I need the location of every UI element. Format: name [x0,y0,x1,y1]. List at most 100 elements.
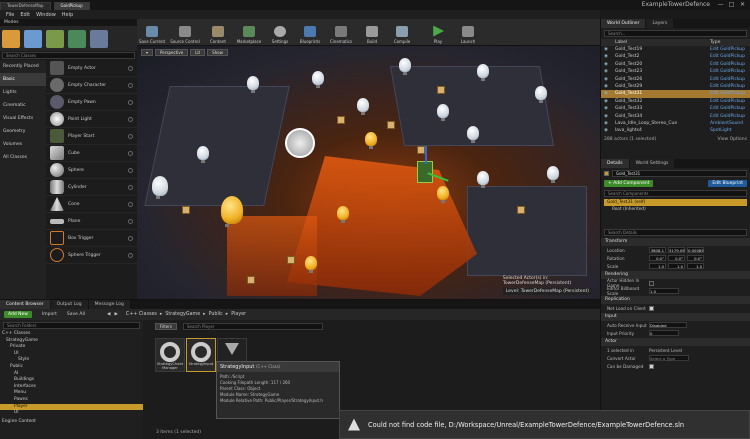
light-bulb-icon[interactable] [357,98,369,115]
light-bulb-icon[interactable] [152,176,168,199]
light-bulb-icon[interactable] [535,86,547,103]
viewport-menu-button[interactable]: ▾ [141,49,154,56]
list-item[interactable]: Sphere [46,162,137,179]
category-lights[interactable]: Lights [0,86,46,99]
outliner-row-type[interactable]: Edit GoldPickup [710,46,750,53]
gold-pickup[interactable] [387,121,395,129]
eye-icon[interactable]: ◉ [601,120,611,127]
category-volumes[interactable]: Volumes [0,138,46,151]
gizmo-z-axis[interactable] [425,146,427,164]
gold-pickup[interactable] [287,256,295,264]
outliner-row-type[interactable]: Edit GoldPickup [710,105,750,112]
details-search-input[interactable]: Search Details [604,229,747,236]
tab-content-browser[interactable]: Content Browser [0,300,50,309]
outliner-row-type[interactable]: Edit GoldPickup [710,113,750,120]
folder-tree-item[interactable]: C++ Classes [0,331,143,338]
tab-details[interactable]: Details [601,159,629,168]
light-bulb-icon[interactable] [221,196,243,227]
menu-window[interactable]: Window [36,12,56,18]
input-priority-field[interactable]: 0 [649,330,679,336]
scale-y[interactable]: 1.0 [668,263,685,269]
view-options-button[interactable]: View Options [718,137,747,142]
folder-tree-item[interactable]: Pawns [0,397,143,404]
outliner-row-type[interactable]: Edit GoldPickup [710,83,750,90]
outliner-row[interactable]: ◉ Gold_Test34 Edit GoldPickup [601,113,750,120]
light-bulb-icon[interactable] [365,132,377,149]
eye-icon[interactable]: ◉ [601,46,611,53]
gold-pickup[interactable] [517,206,525,214]
category-geometry[interactable]: Geometry [0,125,46,138]
scale-z[interactable]: 1.0 [687,263,704,269]
outliner-row[interactable]: ◉ Gold_Test32 Edit GoldPickup [601,98,750,105]
list-item[interactable]: Cone [46,196,137,213]
breadcrumb-cpp-classes[interactable]: C++ Classes [126,312,157,317]
category-basic[interactable]: Basic [0,73,46,86]
gold-pickup[interactable] [182,206,190,214]
list-item[interactable]: Empty Character [46,77,137,94]
outliner-row[interactable]: ◉ Gold_Test31 Edit GoldPickup [601,90,750,98]
eye-icon[interactable]: ◉ [601,113,611,120]
landscape-mode-icon[interactable] [46,29,64,48]
light-bulb-icon[interactable] [197,146,209,163]
tab-world-settings[interactable]: World Settings [629,159,675,168]
outliner-row-type[interactable]: Edit GoldPickup [710,76,750,83]
play-button[interactable]: Play [423,19,453,46]
list-item[interactable]: Box Trigger [46,230,137,247]
outliner-row-type[interactable]: Edit GoldPickup [710,53,750,60]
tab-world-outliner[interactable]: World Outliner [601,19,646,28]
add-new-button[interactable]: Add New [4,311,32,318]
light-bulb-icon[interactable] [247,76,259,93]
eye-icon[interactable]: ◉ [601,68,611,75]
section-replication[interactable]: Replication [601,296,750,304]
breadcrumb-public[interactable]: Public [209,312,223,317]
scale-x[interactable]: 1.0 [649,263,666,269]
cinematics-button[interactable]: Cinematics [325,19,357,46]
maximize-button[interactable]: □ [726,0,737,9]
outliner-row[interactable]: ◉ Gold_Test29 Edit GoldPickup [601,83,750,90]
sound-cue-icon[interactable] [285,128,315,158]
add-component-button[interactable]: + Add Component [604,180,654,187]
section-input[interactable]: Input [601,313,750,321]
tab-message-log[interactable]: Message Log [88,300,130,309]
eye-icon[interactable]: ◉ [601,90,611,97]
class-search-input[interactable]: Search Classes [2,52,135,59]
menu-help[interactable]: Help [62,12,73,18]
outliner-row[interactable]: ◉ Gold_Test23 Edit GoldPickup [601,68,750,75]
blueprints-button[interactable]: Blueprints [295,19,325,46]
menu-edit[interactable]: Edit [20,12,30,18]
outliner-row[interactable]: ◉ Gold_Test2 Edit GoldPickup [601,53,750,60]
eye-icon[interactable]: ◉ [601,127,611,134]
outliner-search-input[interactable]: Search... [604,30,747,37]
eye-icon[interactable]: ◉ [601,83,611,90]
perspective-button[interactable]: Perspective [155,49,189,56]
minimize-button[interactable]: — [715,0,726,9]
breadcrumb-player[interactable]: Player [231,312,246,317]
gold-pickup[interactable] [337,116,345,124]
import-button[interactable]: Import [42,312,57,317]
folder-search-input[interactable]: Search Folders [3,322,140,329]
asset-tile-selected[interactable]: StrategyInput [186,338,216,372]
gold-pickup[interactable] [247,276,255,284]
outliner-row[interactable]: ◉ Gold_Test20 Edit GoldPickup [601,61,750,68]
folder-tree-item[interactable]: Buildings [0,377,143,384]
column-label[interactable]: Label [615,39,710,46]
list-item[interactable]: Plane [46,213,137,230]
level-viewport[interactable]: ▾ Perspective Lit Show Selected Actor(s)… [137,46,600,299]
category-recently-placed[interactable]: Recently Placed [0,60,46,73]
outliner-row-type[interactable]: Edit GoldPickup [710,61,750,68]
auto-receive-select[interactable]: Disabled [649,322,687,328]
close-button[interactable]: ✕ [737,0,748,9]
light-bulb-icon[interactable] [305,256,317,273]
geometry-mode-icon[interactable] [90,29,108,48]
category-cinematic[interactable]: Cinematic [0,99,46,112]
list-item[interactable]: Empty Pawn [46,94,137,111]
gold-pickup[interactable] [437,86,445,94]
asset-tile[interactable]: StrategyCheat Manager [155,338,185,372]
column-type[interactable]: Type [710,39,750,46]
outliner-row-type[interactable]: Edit GoldPickup [710,90,750,97]
rotation-z[interactable]: 0.0° [687,255,704,261]
outliner-row-type[interactable]: AmbientSound [710,120,750,127]
folder-tree-item[interactable]: Style [0,357,143,364]
filters-button[interactable]: Filters [155,323,177,330]
light-bulb-icon[interactable] [399,58,411,75]
